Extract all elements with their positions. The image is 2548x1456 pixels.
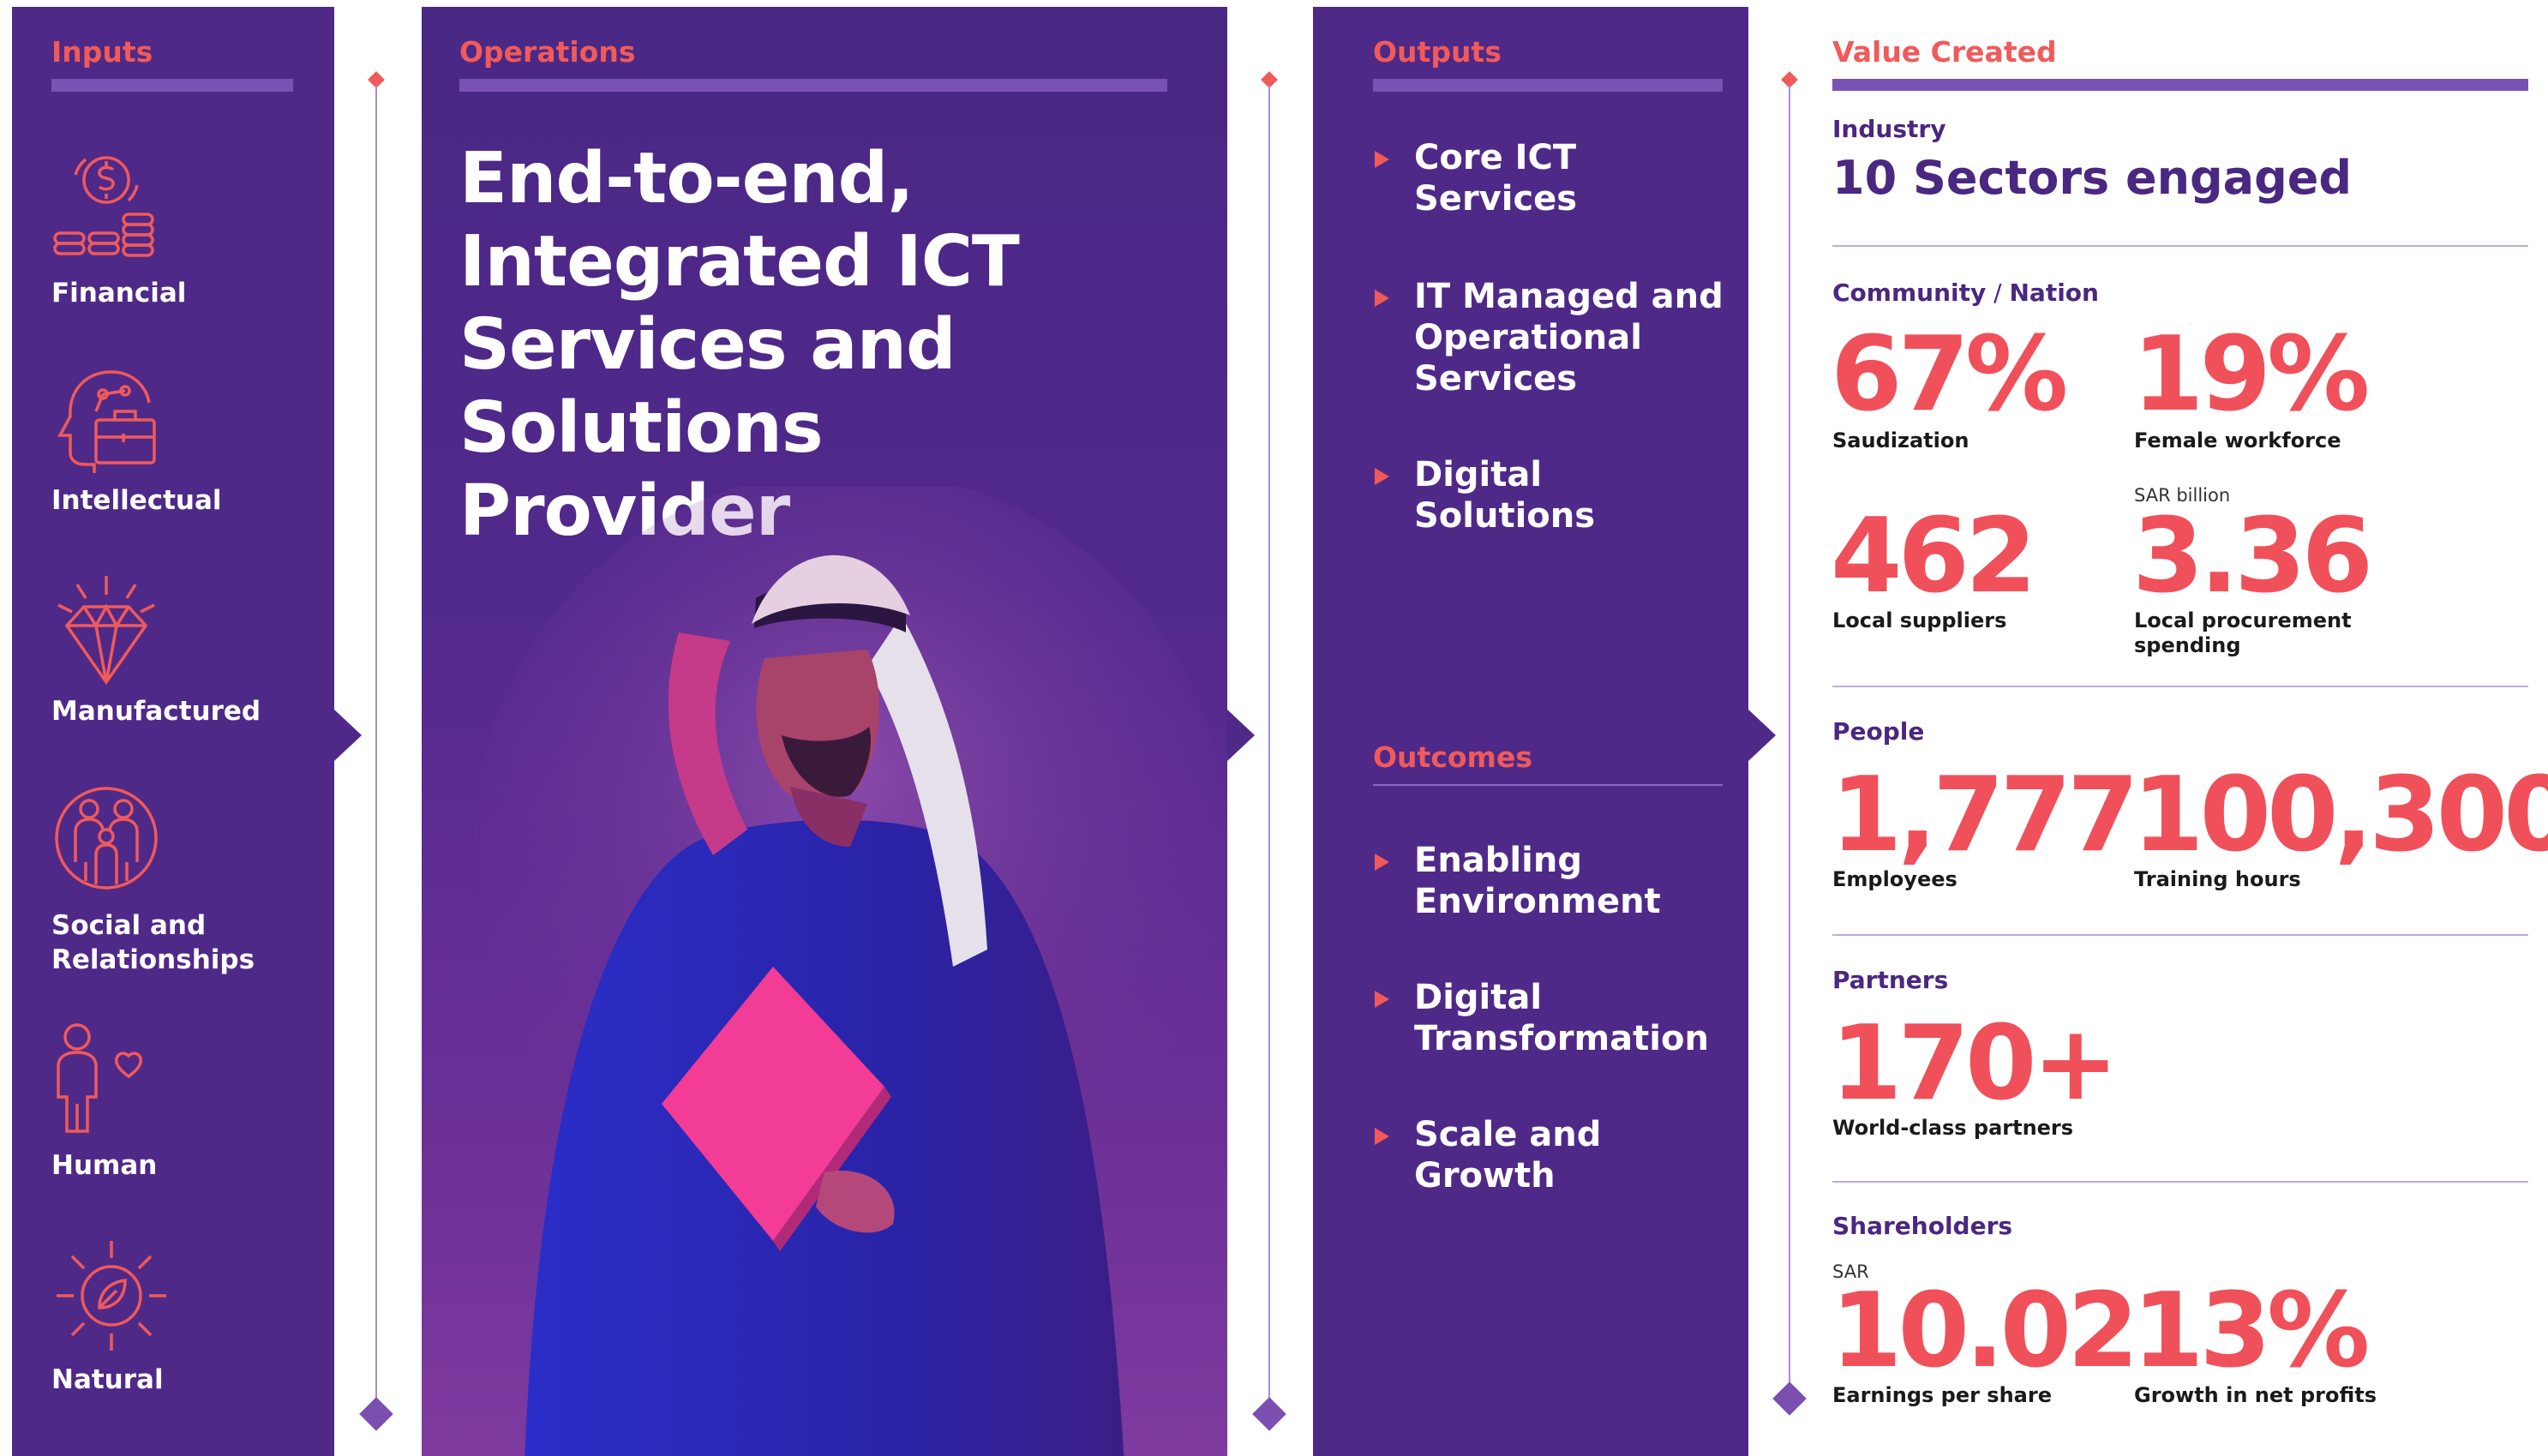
leaf-sun-icon bbox=[51, 1236, 171, 1356]
man-photo bbox=[473, 487, 1227, 1456]
metric-value: 462 bbox=[1831, 497, 2036, 616]
people-heading: People bbox=[1832, 717, 1925, 746]
community-heading: Community / Nation bbox=[1832, 279, 2099, 307]
metric-value: 1,777 bbox=[1831, 756, 2139, 875]
section-divider bbox=[1832, 686, 2528, 687]
value-created-title: Value Created bbox=[1832, 35, 2057, 69]
operations-rule bbox=[459, 79, 1167, 92]
metric-value: 10.02 bbox=[1831, 1272, 2139, 1391]
metric-label: Training hours bbox=[2134, 867, 2301, 891]
bullet-triangle-icon bbox=[1375, 991, 1389, 1008]
connector-line bbox=[1268, 86, 1270, 1405]
metric-value: 67% bbox=[1831, 315, 2068, 434]
outcome-item: Scale and Growth bbox=[1414, 1115, 1602, 1195]
operations-arrow bbox=[1227, 710, 1255, 761]
input-label-natural: Natural bbox=[51, 1364, 164, 1395]
value-created-rule bbox=[1832, 79, 2528, 91]
input-label-social: Social and Relationships bbox=[51, 910, 255, 975]
industry-value: 10 Sectors engaged bbox=[1832, 151, 2353, 205]
output-item: IT Managed and Operational Services bbox=[1414, 277, 1724, 398]
connector-bottom-diamond bbox=[1772, 1381, 1807, 1416]
operations-title: Operations bbox=[459, 35, 636, 69]
input-label-financial: Financial bbox=[51, 278, 187, 309]
input-label-manufactured: Manufactured bbox=[51, 696, 261, 727]
diamond-icon bbox=[51, 572, 163, 692]
outputs-rule bbox=[1373, 79, 1723, 92]
metric-label: Earnings per share bbox=[1832, 1383, 2052, 1407]
community-heading-separator: / bbox=[1986, 279, 2010, 307]
shareholders-heading: Shareholders bbox=[1832, 1212, 2013, 1240]
connector-line bbox=[375, 86, 377, 1405]
outputs-arrow bbox=[1748, 710, 1776, 761]
outcome-item: Enabling Environment bbox=[1414, 841, 1661, 921]
inputs-title: Inputs bbox=[51, 35, 153, 69]
outcomes-rule bbox=[1373, 784, 1723, 786]
metric-value: 100,300+ bbox=[2132, 756, 2548, 875]
bullet-triangle-icon bbox=[1375, 151, 1389, 168]
coins-dollar-icon bbox=[51, 149, 180, 264]
section-divider bbox=[1832, 1181, 2528, 1183]
input-label-intellectual: Intellectual bbox=[51, 485, 222, 516]
connector-bottom-diamond bbox=[359, 1397, 393, 1431]
nation-heading-text: Nation bbox=[2009, 279, 2099, 307]
output-item: Core ICT Services bbox=[1414, 138, 1578, 219]
bullet-triangle-icon bbox=[1375, 290, 1389, 307]
outputs-title: Outputs bbox=[1373, 35, 1502, 69]
metric-label: Growth in net profits bbox=[2134, 1383, 2377, 1407]
inputs-panel: Inputs Financial Intellectual Manufactur… bbox=[12, 7, 334, 1456]
metric-value: 170+ bbox=[1831, 1004, 2119, 1123]
output-item: Digital Solutions bbox=[1414, 455, 1596, 536]
metric-label: World-class partners bbox=[1832, 1116, 2074, 1140]
metric-label: Saudization bbox=[1832, 428, 1969, 452]
metric-label: Female workforce bbox=[2134, 428, 2341, 452]
community-heading-text: Community bbox=[1832, 279, 1987, 307]
industry-heading: Industry bbox=[1832, 115, 1946, 143]
family-icon bbox=[51, 783, 163, 895]
operations-panel: Operations End-to-end, Integrated ICT Se… bbox=[422, 7, 1227, 1456]
partners-heading: Partners bbox=[1832, 966, 1949, 994]
bullet-triangle-icon bbox=[1375, 468, 1389, 485]
inputs-arrow bbox=[334, 710, 362, 761]
metric-value: 13% bbox=[2132, 1272, 2370, 1391]
outcomes-title: Outcomes bbox=[1373, 740, 1532, 774]
connector-line bbox=[1789, 86, 1790, 1388]
person-heart-icon bbox=[51, 1018, 163, 1138]
input-label-human: Human bbox=[51, 1150, 158, 1181]
head-briefcase-icon bbox=[51, 365, 163, 476]
metric-label: Local suppliers bbox=[1832, 608, 2007, 632]
metric-value: 19% bbox=[2132, 315, 2370, 434]
metric-value: 3.36 bbox=[2132, 497, 2373, 616]
outputs-panel: Outputs Core ICT Services IT Managed and… bbox=[1313, 7, 1748, 1456]
section-divider bbox=[1832, 245, 2528, 247]
section-divider bbox=[1832, 934, 2528, 936]
connector-bottom-diamond bbox=[1252, 1397, 1286, 1431]
outcome-item: Digital Transformation bbox=[1414, 978, 1709, 1058]
bullet-triangle-icon bbox=[1375, 854, 1389, 871]
metric-label: Local procurement spending bbox=[2134, 608, 2352, 657]
bullet-triangle-icon bbox=[1375, 1128, 1389, 1145]
metric-label: Employees bbox=[1832, 867, 1957, 891]
inputs-rule bbox=[51, 79, 293, 92]
